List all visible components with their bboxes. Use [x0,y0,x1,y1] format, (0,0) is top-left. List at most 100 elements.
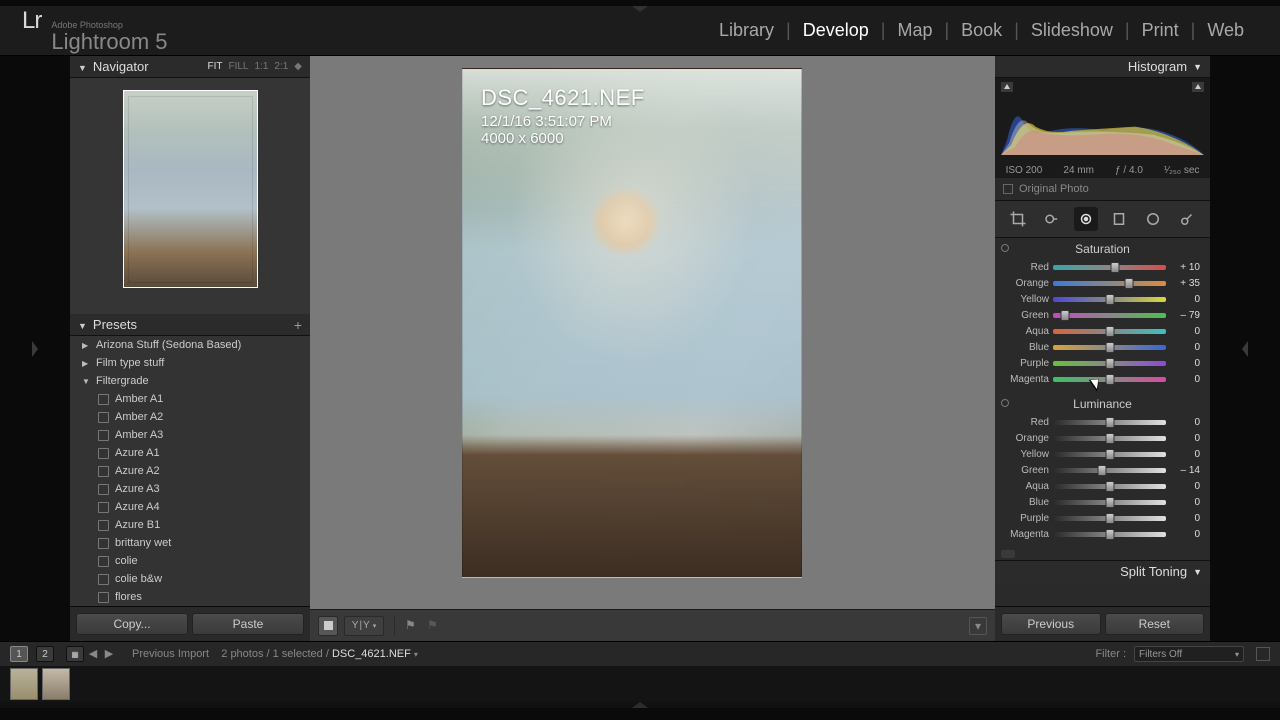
slider-thumb[interactable] [1111,262,1120,273]
filmstrip-thumbs[interactable] [0,666,1280,702]
redeye-tool-icon[interactable] [1074,207,1098,231]
luminance-slider-purple[interactable] [1053,516,1166,521]
saturation-slider-aqua[interactable] [1053,329,1166,334]
module-book[interactable]: Book [953,20,1010,41]
collapse-right-handle[interactable] [1210,56,1280,641]
slider-thumb[interactable] [1061,310,1070,321]
next-photo-icon[interactable]: ▶ [102,646,116,660]
preset-item[interactable]: Amber A1 [70,390,310,408]
add-preset-icon[interactable]: + [294,317,302,333]
luminance-slider-aqua[interactable] [1053,484,1166,489]
luminance-slider-red[interactable] [1053,420,1166,425]
before-after-button[interactable]: Y|Y▾ [344,616,384,636]
histogram-header[interactable]: Histogram▼ [995,56,1210,78]
presets-header[interactable]: ▼Presets + [70,314,310,336]
loupe-view-button[interactable] [318,616,338,636]
original-photo-row[interactable]: Original Photo [995,178,1210,200]
luminance-value[interactable]: – 14 [1170,465,1200,476]
preset-item[interactable]: Azure A1 [70,444,310,462]
preset-item[interactable]: Amber A2 [70,408,310,426]
luminance-slider-orange[interactable] [1053,436,1166,441]
saturation-slider-orange[interactable] [1053,281,1166,286]
zoom-menu-icon[interactable]: ◆ [294,61,302,72]
original-photo-checkbox[interactable] [1003,184,1013,194]
slider-thumb[interactable] [1105,481,1114,492]
preset-folder[interactable]: ▼Filtergrade [70,372,310,390]
filter-dropdown[interactable]: Filters Off▾ [1134,646,1244,662]
navigator-header[interactable]: ▼Navigator FIT FILL 1:1 2:1 ◆ [70,56,310,78]
preset-item[interactable]: colie [70,552,310,570]
luminance-value[interactable]: 0 [1170,497,1200,508]
module-print[interactable]: Print [1134,20,1187,41]
previous-button[interactable]: Previous [1001,613,1101,635]
luminance-slider-green[interactable] [1053,468,1166,473]
module-develop[interactable]: Develop [795,20,877,41]
saturation-value[interactable]: 0 [1170,342,1200,353]
loupe-view[interactable]: DSC_4621.NEF 12/1/16 3:51:07 PM 4000 x 6… [310,56,995,609]
module-slideshow[interactable]: Slideshow [1023,20,1121,41]
preset-item[interactable]: Amber A3 [70,426,310,444]
prev-photo-icon[interactable]: ◀ [86,646,100,660]
slider-thumb[interactable] [1105,358,1114,369]
preset-item[interactable]: colie b&w [70,570,310,588]
saturation-slider-yellow[interactable] [1053,297,1166,302]
flag-pick-icon[interactable]: ⚑ [405,618,421,634]
saturation-slider-red[interactable] [1053,265,1166,270]
saturation-value[interactable]: 0 [1170,358,1200,369]
crop-tool-icon[interactable] [1006,207,1030,231]
luminance-value[interactable]: 0 [1170,529,1200,540]
slider-thumb[interactable] [1105,513,1114,524]
preset-folder[interactable]: ▶Film type stuff [70,354,310,372]
saturation-value[interactable]: + 35 [1170,278,1200,289]
saturation-value[interactable]: 0 [1170,374,1200,385]
saturation-value[interactable]: 0 [1170,294,1200,305]
module-library[interactable]: Library [711,20,782,41]
preset-item[interactable]: brittany wet [70,534,310,552]
preset-item[interactable]: Azure A2 [70,462,310,480]
saturation-value[interactable]: + 10 [1170,262,1200,273]
collapse-left-handle[interactable] [0,56,70,641]
luminance-value[interactable]: 0 [1170,481,1200,492]
slider-thumb[interactable] [1105,449,1114,460]
spot-removal-icon[interactable] [1040,207,1064,231]
luminance-target-icon[interactable] [1001,399,1009,407]
slider-thumb[interactable] [1105,497,1114,508]
collapse-bottom-handle[interactable] [632,702,648,708]
graduated-filter-icon[interactable] [1107,207,1131,231]
histogram-box[interactable]: ISO 200 24 mm ƒ / 4.0 ¹⁄₂₅₀ sec [995,78,1210,178]
adjustment-brush-icon[interactable] [1175,207,1199,231]
thumb-2[interactable] [42,668,70,700]
saturation-target-icon[interactable] [1001,244,1009,252]
zoom-1to1[interactable]: 1:1 [254,61,268,72]
reset-button[interactable]: Reset [1105,613,1205,635]
luminance-value[interactable]: 0 [1170,417,1200,428]
paste-settings-button[interactable]: Paste [192,613,304,635]
slider-thumb[interactable] [1105,326,1114,337]
panel-switch-icon[interactable] [1001,550,1015,558]
preset-item[interactable]: Azure B1 [70,516,310,534]
luminance-slider-magenta[interactable] [1053,532,1166,537]
navigator-preview[interactable] [70,78,310,314]
split-toning-header[interactable]: Split Toning▼ [995,560,1210,582]
soft-proof-toggle[interactable]: ▾ [969,617,987,635]
luminance-value[interactable]: 0 [1170,513,1200,524]
thumb-1[interactable] [10,668,38,700]
slider-thumb[interactable] [1105,342,1114,353]
copy-settings-button[interactable]: Copy... [76,613,188,635]
saturation-slider-green[interactable] [1053,313,1166,318]
module-map[interactable]: Map [889,20,940,41]
saturation-value[interactable]: – 79 [1170,310,1200,321]
preset-item[interactable]: flores [70,588,310,606]
zoom-fit[interactable]: FIT [207,61,222,72]
slider-thumb[interactable] [1105,433,1114,444]
secondary-display-button[interactable]: 2 [36,646,54,662]
slider-thumb[interactable] [1105,417,1114,428]
preset-item[interactable]: Azure A3 [70,480,310,498]
luminance-slider-yellow[interactable] [1053,452,1166,457]
slider-thumb[interactable] [1105,294,1114,305]
luminance-value[interactable]: 0 [1170,433,1200,444]
slider-thumb[interactable] [1097,465,1106,476]
filter-lock-icon[interactable] [1256,647,1270,661]
flag-reject-icon[interactable]: ⚑ [427,618,443,634]
collapse-top-handle[interactable] [632,6,648,12]
